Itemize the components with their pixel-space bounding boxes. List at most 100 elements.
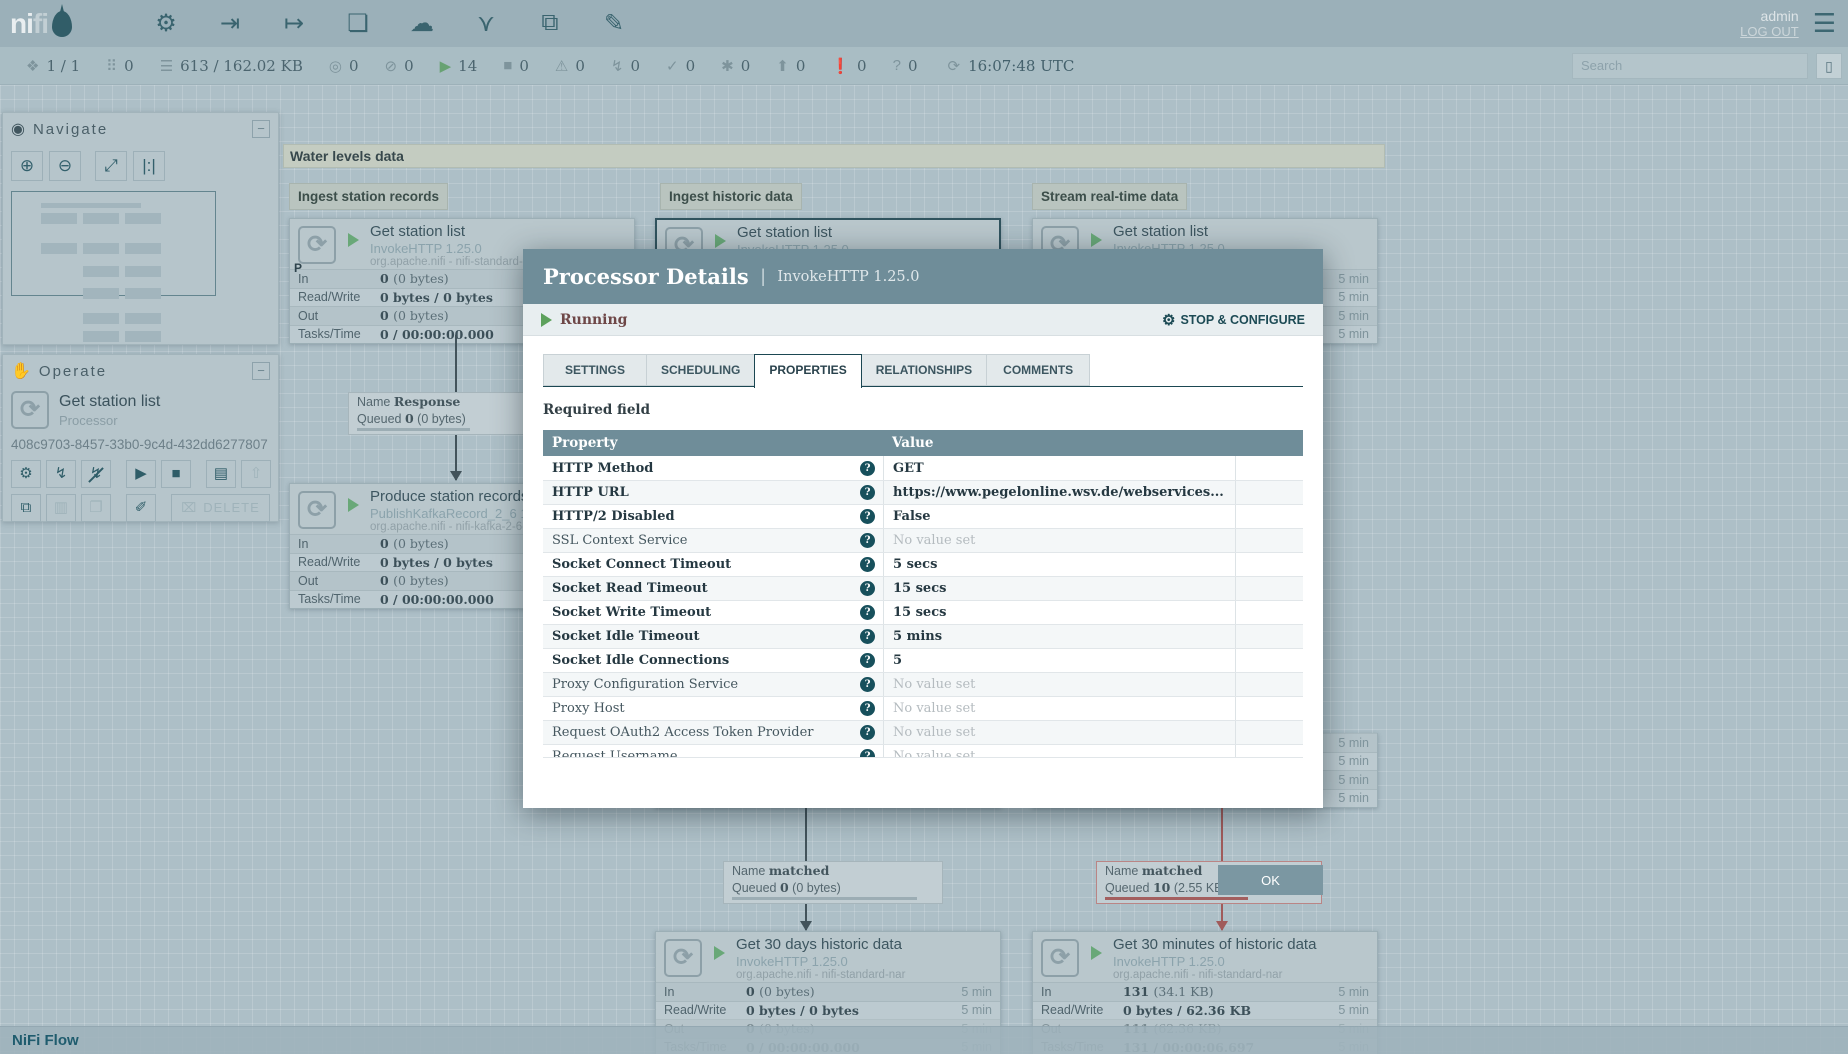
process-group-label[interactable]: Water levels data bbox=[283, 144, 1385, 168]
gear-icon: ⚙ bbox=[1161, 311, 1176, 329]
logout-link[interactable]: LOG OUT bbox=[1740, 24, 1799, 39]
search-input[interactable] bbox=[1572, 52, 1808, 79]
canvas-label-stream-real-time-data[interactable]: Stream real-time data bbox=[1032, 183, 1188, 210]
tab-properties[interactable]: PROPERTIES bbox=[754, 354, 862, 388]
process-group-icon[interactable]: ❏ bbox=[340, 9, 376, 38]
property-row[interactable]: Request Username? No value set bbox=[543, 744, 1303, 757]
operate-panel: ✋ Operate − ⟳ Get station list Processor… bbox=[2, 354, 279, 522]
zoom-out-button[interactable]: ⊖ bbox=[49, 151, 81, 181]
tab-relationships[interactable]: RELATIONSHIPS bbox=[860, 354, 988, 386]
zoom-in-button[interactable]: ⊕ bbox=[11, 151, 43, 181]
minimize-operate-button[interactable]: − bbox=[252, 362, 270, 380]
zoom-actual-button[interactable]: |:| bbox=[133, 151, 165, 181]
help-icon[interactable]: ? bbox=[860, 629, 875, 644]
minimap[interactable] bbox=[11, 191, 270, 342]
global-menu-icon[interactable]: ☰ bbox=[1813, 8, 1836, 39]
property-row[interactable]: Socket Read Timeout? 15 secs bbox=[543, 576, 1303, 600]
help-icon[interactable]: ? bbox=[860, 701, 875, 716]
stat-not-transmitting: ⊘ 0 bbox=[384, 56, 414, 75]
canvas-label-ingest-historic-data[interactable]: Ingest historic data bbox=[660, 183, 802, 210]
connection-label-matched-left[interactable]: Name matched Queued 0 (0 bytes) bbox=[723, 861, 943, 904]
running-icon bbox=[1091, 946, 1102, 960]
processor-icon: ⟳ bbox=[1041, 939, 1079, 977]
processor-icon: ⟳ bbox=[664, 939, 702, 977]
processor-type: InvokeHTTP 1.25.0 bbox=[370, 241, 482, 256]
stop-button[interactable]: ■ bbox=[161, 460, 191, 488]
property-row[interactable]: SSL Context Service? No value set bbox=[543, 528, 1303, 552]
stat-running: ▶ 14 bbox=[439, 56, 478, 75]
output-port-icon[interactable]: ↦ bbox=[276, 9, 312, 38]
paste-button[interactable]: ▥ bbox=[46, 494, 76, 522]
property-row[interactable]: Socket Write Timeout? 15 secs bbox=[543, 600, 1303, 624]
properties-table-body: HTTP Method? GET HTTP URL? https://www.peg… bbox=[543, 456, 1303, 758]
tab-scheduling[interactable]: SCHEDULING bbox=[646, 354, 756, 386]
group-button[interactable]: ❐ bbox=[81, 494, 111, 522]
question-icon: ? bbox=[892, 57, 901, 74]
help-icon[interactable]: ? bbox=[860, 725, 875, 740]
copy-button[interactable]: ⧉ bbox=[11, 494, 41, 522]
property-row[interactable]: HTTP/2 Disabled? False bbox=[543, 504, 1303, 528]
template-icon[interactable]: ⧉ bbox=[532, 9, 568, 38]
help-icon[interactable]: ? bbox=[860, 605, 875, 620]
label-icon[interactable]: ✎ bbox=[596, 9, 632, 38]
processor-icon: ⟳ bbox=[11, 391, 49, 429]
help-icon[interactable]: ? bbox=[860, 677, 875, 692]
funnel-icon[interactable]: ⋎ bbox=[468, 9, 504, 38]
delete-button[interactable]: ⌧ DELETE bbox=[171, 494, 270, 522]
tab-comments[interactable]: COMMENTS bbox=[986, 354, 1091, 386]
check-icon: ✓ bbox=[665, 57, 679, 75]
stat-row-in: In 131 (34.1 KB) 5 min bbox=[1033, 982, 1377, 1001]
cluster-icon: ❖ bbox=[26, 57, 40, 75]
property-row[interactable]: Request OAuth2 Access Token Provider? No … bbox=[543, 720, 1303, 744]
configure-button[interactable]: ⚙ bbox=[11, 460, 41, 488]
help-icon[interactable]: ? bbox=[860, 749, 875, 757]
remote-process-group-icon[interactable]: ☁ bbox=[404, 9, 440, 38]
enable-button[interactable]: ↯ bbox=[46, 460, 76, 488]
stat-sync-failure: ? 0 bbox=[892, 56, 918, 75]
help-icon[interactable]: ? bbox=[860, 581, 875, 596]
selected-component-type: Processor bbox=[59, 413, 118, 428]
bulletin-board-icon[interactable]: ▯ bbox=[1816, 52, 1842, 79]
nifi-drop-icon bbox=[52, 3, 72, 37]
navigate-title: Navigate bbox=[32, 120, 109, 138]
run-status-label: Running bbox=[560, 311, 628, 328]
input-port-icon[interactable]: ⇥ bbox=[212, 9, 248, 38]
minimize-navigate-button[interactable]: − bbox=[252, 120, 270, 138]
stat-modified-stale: ❗ 0 bbox=[831, 56, 867, 75]
breadcrumb-bar: NiFi Flow bbox=[0, 1026, 1848, 1054]
help-icon[interactable]: ? bbox=[860, 557, 875, 572]
property-row[interactable]: HTTP Method? GET bbox=[543, 456, 1303, 480]
create-template-button[interactable]: ▤ bbox=[206, 460, 236, 488]
help-icon[interactable]: ? bbox=[860, 653, 875, 668]
help-icon[interactable]: ? bbox=[860, 485, 875, 500]
disable-button[interactable]: ↯ bbox=[81, 460, 111, 488]
upload-template-button[interactable]: ⇧ bbox=[241, 460, 271, 488]
start-button[interactable]: ▶ bbox=[126, 460, 156, 488]
property-row[interactable]: HTTP URL? https://www.pegelonline.wsv.de/… bbox=[543, 480, 1303, 504]
stop-and-configure-button[interactable]: ⚙ STOP & CONFIGURE bbox=[1162, 311, 1305, 329]
tab-settings[interactable]: SETTINGS bbox=[543, 354, 647, 386]
property-row[interactable]: Socket Idle Connections? 5 bbox=[543, 648, 1303, 672]
asterisk-icon: ✱ bbox=[721, 57, 734, 75]
connection-label-response[interactable]: Name Response Queued 0 (0 bytes) bbox=[348, 392, 538, 435]
help-icon[interactable]: ? bbox=[860, 509, 875, 524]
queue-size-bar bbox=[1105, 897, 1249, 900]
help-icon[interactable]: ? bbox=[860, 460, 875, 476]
canvas-label-ingest-station-records[interactable]: Ingest station records bbox=[289, 183, 449, 210]
processor-icon[interactable]: ⚙ bbox=[148, 9, 184, 38]
ok-button[interactable]: OK bbox=[1218, 865, 1323, 895]
last-refresh[interactable]: ⟳ 16:07:48 UTC bbox=[947, 57, 1074, 75]
property-row[interactable]: Proxy Configuration Service? No value set bbox=[543, 672, 1303, 696]
breadcrumb-nifi-flow[interactable]: NiFi Flow bbox=[12, 1032, 79, 1049]
zoom-fit-button[interactable]: ⤢ bbox=[95, 151, 127, 181]
property-row[interactable]: Socket Idle Timeout? 5 mins bbox=[543, 624, 1303, 648]
title-divider: | bbox=[760, 266, 766, 286]
processor-icon: ⟳ bbox=[298, 226, 336, 264]
stat-up-to-date: ✓ 0 bbox=[665, 56, 696, 75]
help-icon[interactable]: ? bbox=[860, 533, 875, 548]
exclamation-icon: ❗ bbox=[831, 57, 851, 75]
column-property: Property bbox=[552, 435, 618, 451]
property-row[interactable]: Socket Connect Timeout? 5 secs bbox=[543, 552, 1303, 576]
change-color-button[interactable]: ✐ bbox=[126, 494, 156, 522]
property-row[interactable]: Proxy Host? No value set bbox=[543, 696, 1303, 720]
